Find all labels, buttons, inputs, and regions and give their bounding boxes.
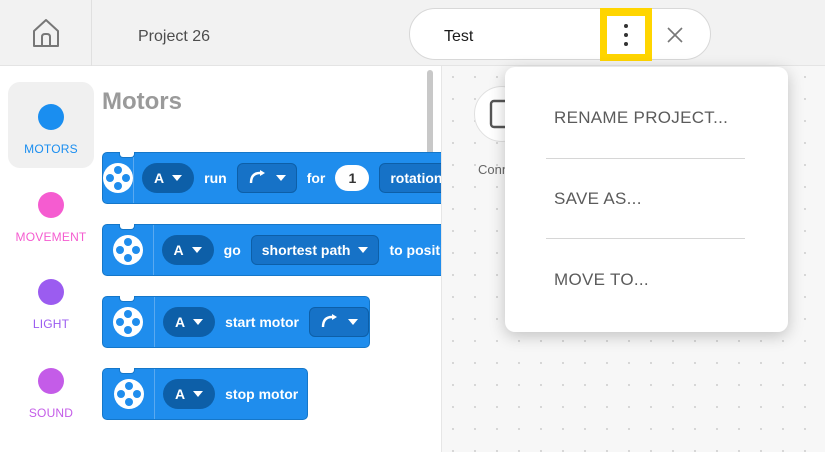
light-color-dot <box>38 279 64 305</box>
menu-divider <box>546 158 745 159</box>
path-dropdown[interactable]: shortest path <box>250 235 380 265</box>
category-movement[interactable]: MOVEMENT <box>8 170 94 256</box>
top-bar: Project 26 Test <box>0 0 825 66</box>
block-palette: Motors A run for 1 rotations A go shorte… <box>98 66 442 452</box>
tab-title: Project 26 <box>138 28 211 45</box>
save-as-menu-item[interactable]: SAVE AS... <box>554 189 642 209</box>
clockwise-arrow-icon <box>321 314 337 328</box>
caret-down-icon <box>348 319 358 325</box>
movement-color-dot <box>38 192 64 218</box>
clockwise-arrow-icon <box>249 170 265 184</box>
block-text: for <box>306 170 326 186</box>
category-label: MOTORS <box>24 142 78 156</box>
more-options-highlight[interactable] <box>600 8 652 61</box>
unit-dropdown[interactable]: rotations <box>379 163 441 193</box>
motor-icon <box>103 297 155 347</box>
block-text: start motor <box>225 314 299 330</box>
block-text: to position <box>389 242 441 258</box>
tab-test[interactable]: Test <box>409 8 711 61</box>
home-button[interactable] <box>0 0 92 66</box>
close-icon[interactable] <box>666 26 684 44</box>
sound-color-dot <box>38 368 64 394</box>
go-to-position-block[interactable]: A go shortest path to position <box>102 224 441 276</box>
category-label: MOVEMENT <box>15 230 87 244</box>
tab-title: Test <box>444 28 474 45</box>
more-options-icon[interactable] <box>607 15 645 54</box>
block-text: stop motor <box>225 386 299 402</box>
palette-heading: Motors <box>102 88 182 115</box>
category-sound[interactable]: SOUND <box>8 346 94 432</box>
port-dropdown[interactable]: A <box>142 163 195 193</box>
category-label: LIGHT <box>32 317 70 331</box>
motor-icon <box>103 369 155 419</box>
rename-project-menu-item[interactable]: RENAME PROJECT... <box>554 108 728 128</box>
amount-input[interactable]: 1 <box>335 165 370 191</box>
run-motor-block[interactable]: A run for 1 rotations <box>102 152 441 204</box>
caret-down-icon <box>275 175 286 181</box>
menu-divider <box>546 238 745 239</box>
motors-color-dot <box>38 104 64 130</box>
caret-down-icon <box>172 175 183 181</box>
category-motors[interactable]: MOTORS <box>8 82 94 168</box>
block-text: run <box>204 170 227 186</box>
category-light[interactable]: LIGHT <box>8 257 94 343</box>
port-dropdown[interactable]: A <box>161 235 214 265</box>
move-to-menu-item[interactable]: MOVE TO... <box>554 270 649 290</box>
port-dropdown[interactable]: A <box>163 379 216 409</box>
direction-dropdown[interactable] <box>309 307 369 337</box>
home-icon <box>32 19 59 47</box>
category-list: MOTORS MOVEMENT LIGHT SOUND <box>0 66 98 452</box>
start-motor-block[interactable]: A start motor <box>102 296 370 348</box>
caret-down-icon <box>193 319 204 325</box>
direction-dropdown[interactable] <box>236 163 297 193</box>
tab-project-26[interactable]: Project 26 <box>93 0 474 66</box>
caret-down-icon <box>191 247 202 253</box>
caret-down-icon <box>358 247 369 253</box>
block-text: go <box>223 242 241 258</box>
port-dropdown[interactable]: A <box>162 307 216 337</box>
motor-icon <box>103 153 134 203</box>
caret-down-icon <box>193 391 204 397</box>
category-label: SOUND <box>28 406 74 420</box>
stop-motor-block[interactable]: A stop motor <box>102 368 308 420</box>
motor-icon <box>103 225 154 275</box>
project-options-menu: RENAME PROJECT... SAVE AS... MOVE TO... <box>505 67 788 332</box>
